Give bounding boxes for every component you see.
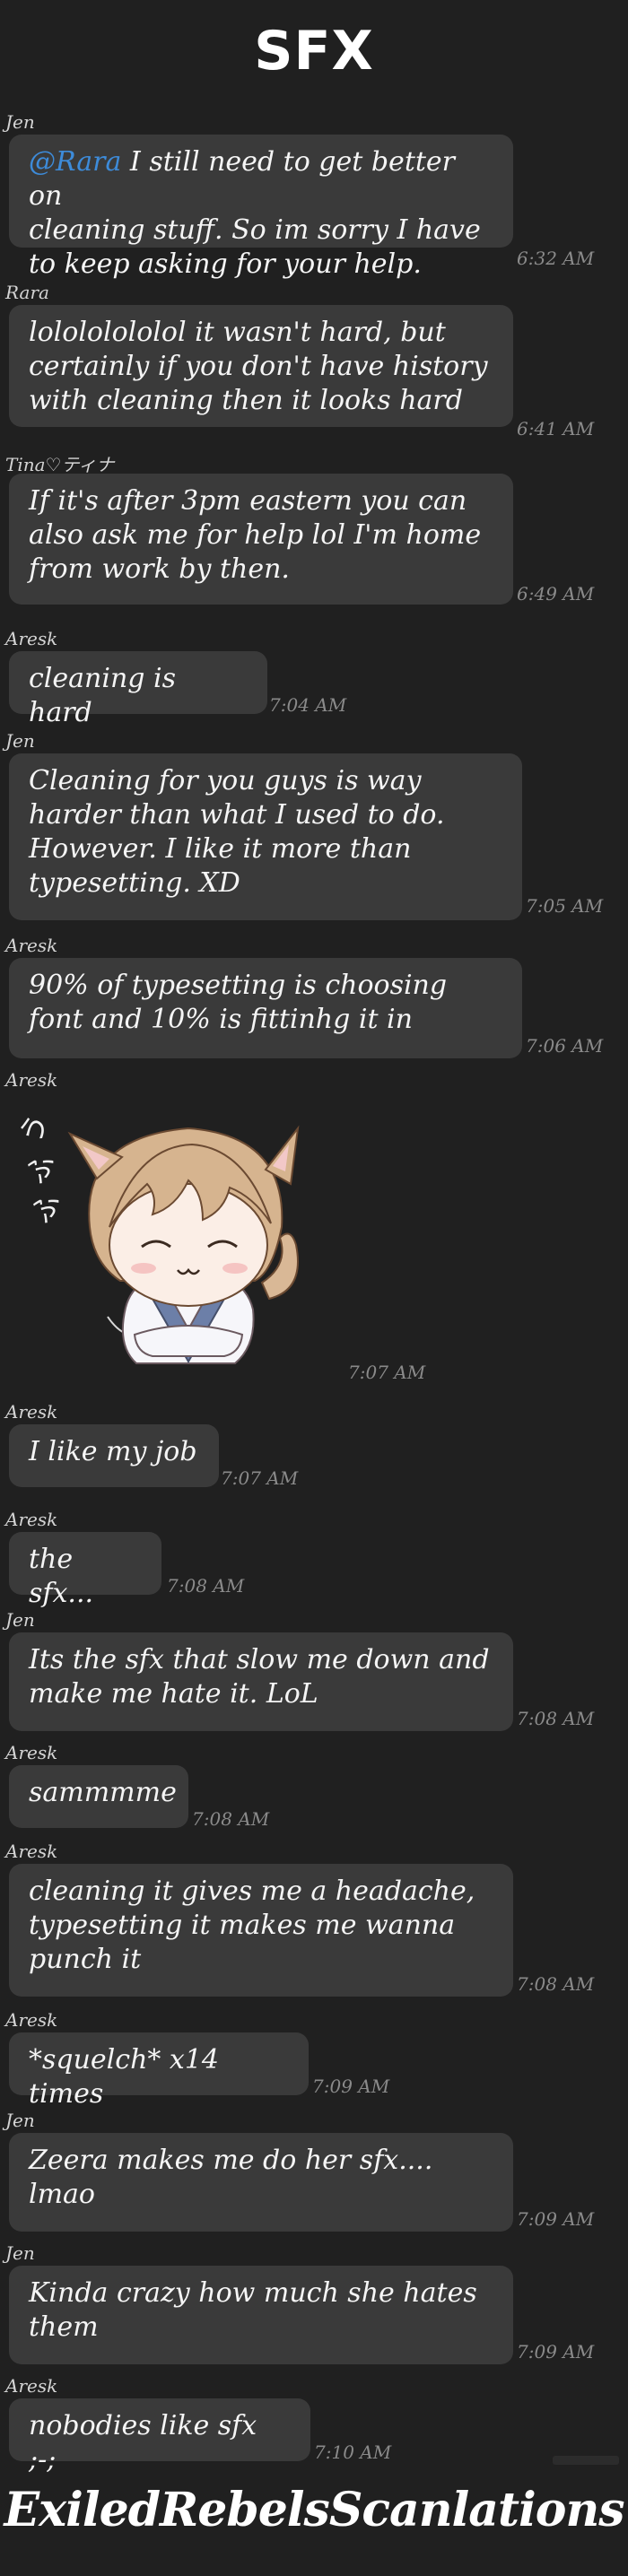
message-time: 7:08 AM xyxy=(167,1575,245,1597)
sender-name: Aresk xyxy=(5,628,58,649)
message-time: 7:09 AM xyxy=(517,2208,595,2230)
message-bubble[interactable]: sammmme xyxy=(9,1765,188,1828)
sender-name: Aresk xyxy=(5,1841,58,1862)
mention-link[interactable]: @Rara xyxy=(29,146,121,178)
sender-name: Jen xyxy=(5,730,35,752)
message-time: 7:07 AM xyxy=(221,1467,299,1489)
sender-name: Jen xyxy=(5,2242,35,2264)
message-bubble[interactable]: If it's after 3pm eastern you can also a… xyxy=(9,474,513,605)
message-time: 7:08 AM xyxy=(517,1708,595,1729)
message-bubble[interactable]: cleaning is hard xyxy=(9,651,267,728)
message-time: 6:32 AM xyxy=(517,248,595,269)
message-bubble[interactable]: I like my job xyxy=(9,1424,219,1487)
message-time: 7:08 AM xyxy=(192,1808,270,1830)
scroll-indicator[interactable] xyxy=(553,2456,619,2465)
message-time: 7:07 AM xyxy=(348,1362,426,1383)
message-time: 7:10 AM xyxy=(314,2441,392,2463)
message-bubble[interactable]: lolololololol it wasn't hard, but certai… xyxy=(9,305,513,427)
sticker-text: ふ xyxy=(23,1187,67,1229)
sticker-text: ふ xyxy=(18,1147,62,1189)
message-bubble[interactable]: Kinda crazy how much she hates them xyxy=(9,2266,513,2364)
sender-name: Aresk xyxy=(5,1401,58,1423)
message-bubble[interactable]: nobodies like sfx ;-; xyxy=(9,2398,310,2476)
message-bubble[interactable]: *squelch* x14 times xyxy=(9,2032,309,2110)
message-time: 6:49 AM xyxy=(517,583,595,605)
message-bubble[interactable]: Its the sfx that slow me down and make m… xyxy=(9,1632,513,1731)
cat-boy-sticker[interactable]: う ふ ふ xyxy=(0,1092,341,1397)
sender-name: Jen xyxy=(5,2110,35,2131)
message-time: 6:41 AM xyxy=(517,418,595,439)
sticker-text: う xyxy=(13,1108,57,1150)
sender-name: Tina♡ティナ xyxy=(5,454,115,475)
sender-name: Aresk xyxy=(5,2009,58,2031)
message-bubble[interactable]: @Rara I still need to get better on clea… xyxy=(9,135,513,280)
message-time: 7:05 AM xyxy=(526,895,604,917)
message-time: 7:04 AM xyxy=(269,694,347,716)
message-bubble[interactable]: Zeera makes me do her sfx.... lmao xyxy=(9,2133,513,2232)
footer-credit: ExiledRebelsScanlations xyxy=(4,2483,624,2537)
sender-name: Aresk xyxy=(5,1509,58,1530)
sender-name: Aresk xyxy=(5,1069,58,1091)
message-time: 7:09 AM xyxy=(517,2341,595,2363)
page-title: SFX xyxy=(254,20,374,83)
sender-name: Jen xyxy=(5,1609,35,1631)
message-time: 7:09 AM xyxy=(312,2076,390,2097)
message-bubble[interactable]: cleaning it gives me a headache, typeset… xyxy=(9,1864,513,1997)
sender-name: Aresk xyxy=(5,935,58,956)
message-bubble[interactable]: Cleaning for you guys is way harder than… xyxy=(9,753,522,920)
sender-name: Rara xyxy=(5,282,49,303)
message-bubble[interactable]: the sfx... xyxy=(9,1532,161,1609)
message-time: 7:06 AM xyxy=(526,1035,604,1057)
message-time: 7:08 AM xyxy=(517,1973,595,1995)
sender-name: Aresk xyxy=(5,1742,58,1763)
sender-name: Aresk xyxy=(5,2375,58,2397)
message-bubble[interactable]: 90% of typesetting is choosing font and … xyxy=(9,958,522,1058)
sender-name: Jen xyxy=(5,111,35,133)
